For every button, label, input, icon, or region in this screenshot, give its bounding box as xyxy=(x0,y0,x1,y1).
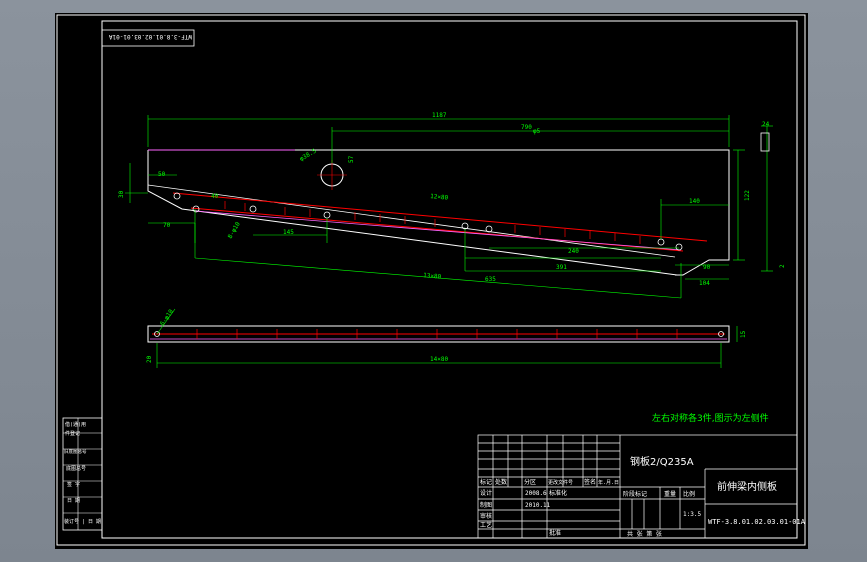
dim-12x80: 12×80 xyxy=(430,193,449,202)
side-row-1: 件登记 xyxy=(65,430,80,437)
side-table: 借(通)用 件登记 旧底图总号 底图总号 签 字 日 期 装订号 | 日 期 xyxy=(62,417,103,531)
side-row-2: 旧底图总号 xyxy=(64,448,87,455)
drawing-note: 左右对称各3件,图示为左侧件 xyxy=(652,412,769,424)
dim-40: 40 xyxy=(211,193,219,200)
header-sign: 签名 xyxy=(584,478,596,486)
dim-phi5: φ5 xyxy=(533,128,541,135)
side-row-3: 底图总号 xyxy=(66,465,86,472)
draw-date: 2010.11 xyxy=(525,502,551,509)
row-label-check: 审核 xyxy=(480,512,492,520)
dim-240: 240 xyxy=(568,248,579,255)
drawing-canvas: WTF-3.8.01.02.03.01-01A 借(通)用 件登记 旧底图总号 … xyxy=(56,14,806,546)
approve-label: 批准 xyxy=(549,529,561,537)
header-zone: 分区 xyxy=(524,478,536,486)
dim-6x: 6-φ10 xyxy=(159,308,175,327)
bottom-view: 6-φ10 20 14×80 15 xyxy=(146,308,747,368)
dim-50: 50 xyxy=(158,171,166,178)
stage-label: 阶段标记 xyxy=(623,490,647,498)
dim-bottom-14x80: 14×80 xyxy=(430,356,448,363)
header-count: 处数 xyxy=(495,478,507,486)
weight-label: 重量 xyxy=(664,490,676,498)
dim-104: 104 xyxy=(699,280,710,287)
side-row-5: 日 期 xyxy=(67,498,80,504)
side-row-0: 借(通)用 xyxy=(65,421,86,428)
dim-57: 57 xyxy=(348,155,355,163)
standardize-label: 标准化 xyxy=(549,489,567,497)
plate-outline xyxy=(148,149,730,276)
section-view xyxy=(760,132,770,152)
dim-145: 145 xyxy=(283,229,294,236)
dim-122: 122 xyxy=(744,190,751,201)
cad-viewport[interactable]: WTF-3.8.01.02.03.01-01A 借(通)用 件登记 旧底图总号 … xyxy=(0,0,867,562)
dim-24: 24 xyxy=(762,121,770,128)
row-label-mark: 标记 xyxy=(480,478,492,486)
dim-2: 2 xyxy=(779,264,786,268)
plate-outline-lower xyxy=(147,150,678,276)
side-row-4: 签 字 xyxy=(67,481,80,488)
scale-label: 比例 xyxy=(683,490,695,498)
dim-30: 30 xyxy=(118,190,125,198)
row-label-process: 工艺 xyxy=(480,521,492,529)
row-label-draw: 制图 xyxy=(480,501,492,509)
dim-90: 90 xyxy=(703,264,711,271)
side-row-6: 装订号 | 日 期 xyxy=(64,518,101,525)
material-text: 钢板2/Q235A xyxy=(630,455,694,468)
sheet-text: 共 张 第 张 xyxy=(627,530,662,538)
dim-635: 635 xyxy=(485,276,496,283)
dim-790: 790 xyxy=(521,124,532,131)
plate-edge-inner xyxy=(147,184,676,258)
dim-bottom-20: 20 xyxy=(146,355,153,363)
header-file: 更改文件号 xyxy=(548,479,573,486)
header-date: 年.月.日 xyxy=(598,479,619,486)
top-left-code: WTF-3.8.01.02.03.01-01A xyxy=(109,33,192,40)
dim-bottom-15: 15 xyxy=(740,330,747,338)
drawing-sheet: WTF-3.8.01.02.03.01-01A 借(通)用 件登记 旧底图总号 … xyxy=(55,13,808,549)
design-date: 2008.6 xyxy=(525,490,547,497)
dim-1187: 1187 xyxy=(432,112,447,119)
dim-391: 391 xyxy=(556,264,567,271)
dim-140: 140 xyxy=(689,198,700,205)
part-name: 前伸梁内侧板 xyxy=(717,480,777,493)
main-view: 1187 790 φ5 φ38.5 57 50 30 40 70 12×80 1… xyxy=(118,112,786,299)
drawing-number: WTF-3.8.01.02.03.01-01A xyxy=(708,518,806,526)
dim-13x80: 13×80 xyxy=(423,272,442,281)
scale-value: 1:3.5 xyxy=(683,511,701,518)
dim-70: 70 xyxy=(163,222,171,229)
row-label-design: 设计 xyxy=(480,489,492,497)
dim-8x: 8-φ10 xyxy=(227,221,242,240)
